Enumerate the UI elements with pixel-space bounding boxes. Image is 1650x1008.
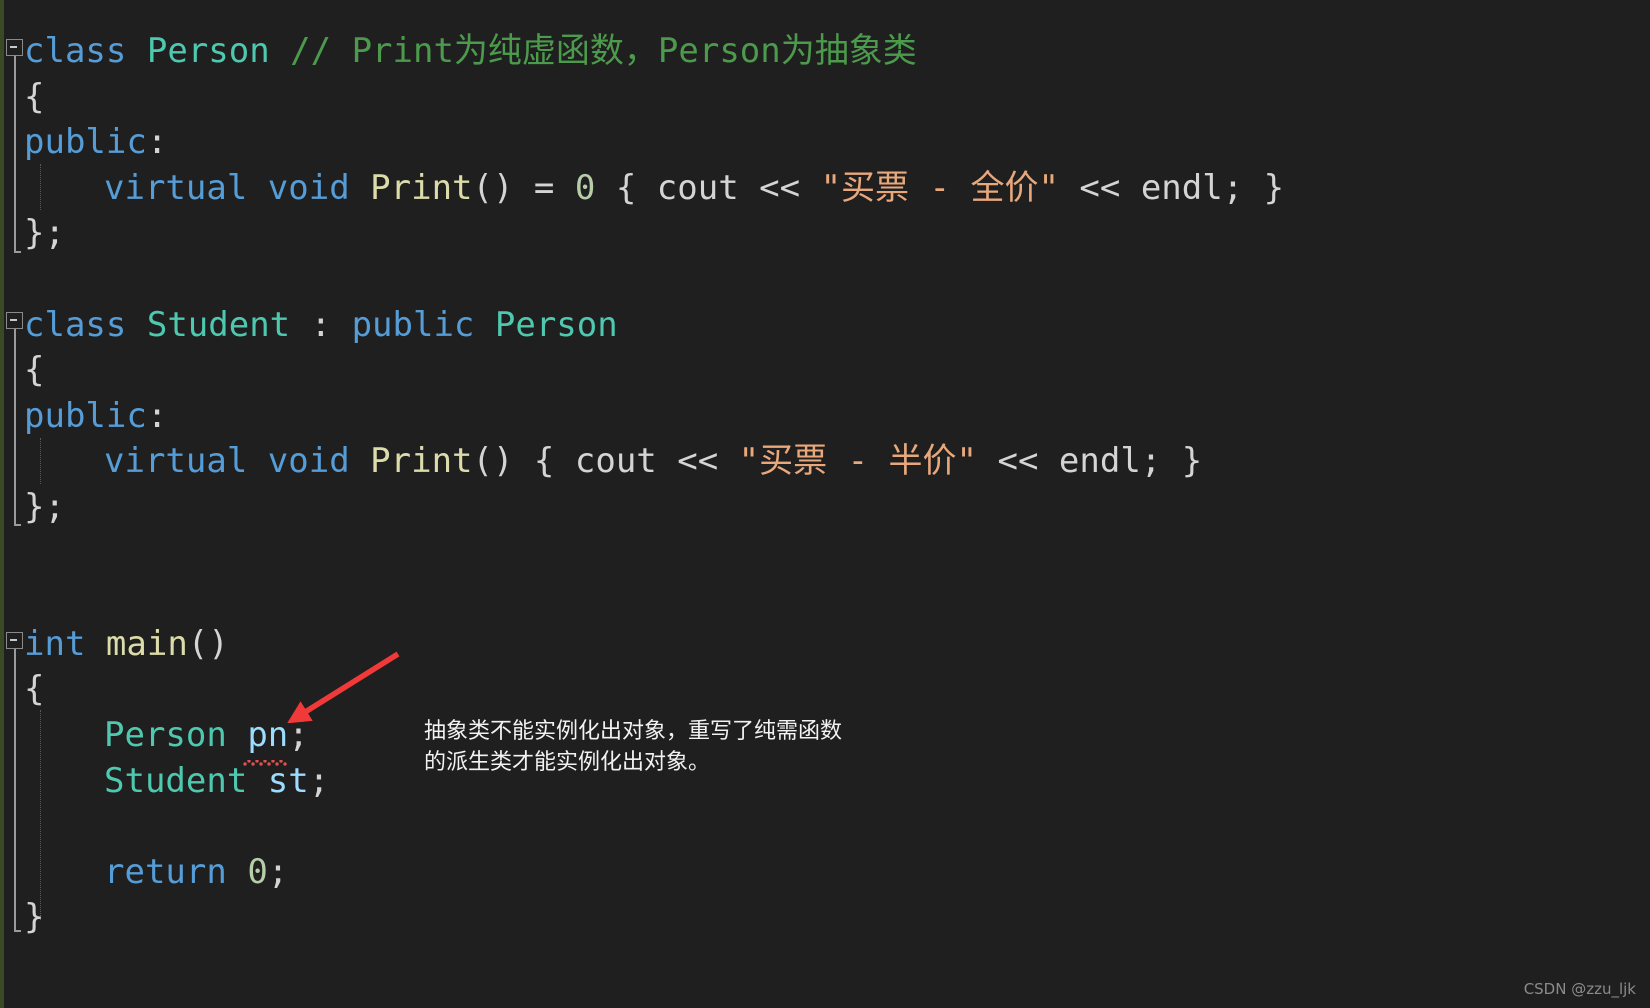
token-number: 0 xyxy=(574,167,596,208)
token-keyword: virtual xyxy=(104,167,248,208)
token-keyword: void xyxy=(267,441,350,482)
fold-bracket-foot-student xyxy=(14,524,21,526)
line-student-close-brace[interactable]: }; xyxy=(24,484,65,530)
fold-bracket-line-student xyxy=(14,329,16,525)
line-person-print[interactable]: virtual void Print() = 0 { cout << "买票 -… xyxy=(104,165,1284,211)
token-keyword: int xyxy=(24,623,86,664)
token-string: "买票 - 全价" xyxy=(820,167,1059,208)
token-plain: () xyxy=(187,623,229,664)
token-plain: { xyxy=(24,76,45,117)
fold-bracket-line-main xyxy=(14,649,16,931)
fold-bracket-line-person xyxy=(14,56,16,252)
token-plain: } xyxy=(24,897,45,938)
indent-guide-person-body xyxy=(40,164,41,210)
line-student-st[interactable]: Student st; xyxy=(104,758,329,804)
token-keyword: virtual xyxy=(104,441,248,482)
line-return[interactable]: return 0; xyxy=(104,849,288,895)
fold-bracket-foot-main xyxy=(14,930,21,932)
line-int-main[interactable]: int main() xyxy=(24,621,229,667)
fold-toggle-class-person[interactable] xyxy=(6,39,23,56)
csdn-watermark: CSDN @zzu_ljk xyxy=(1523,980,1636,998)
line-class-person[interactable]: class Person // Print为纯虚函数，Person为抽象类 xyxy=(24,28,917,74)
token-plain: ; } xyxy=(1222,167,1285,208)
token-plain: }; xyxy=(24,213,65,254)
token-plain: { xyxy=(24,350,45,391)
fold-bracket-foot-person xyxy=(14,251,21,253)
token-type: Person xyxy=(146,31,270,71)
editor-left-accent-strip xyxy=(0,0,4,1008)
token-plain: () { xyxy=(472,441,575,482)
token-keyword: void xyxy=(267,167,350,208)
token-plain: }; xyxy=(24,487,65,527)
token-plain: : xyxy=(146,122,168,163)
line-student-open-brace[interactable]: { xyxy=(24,347,44,393)
token-plain: { xyxy=(595,167,657,208)
code-editor-surface[interactable]: class Person // Print为纯虚函数，Person为抽象类{pu… xyxy=(0,0,1650,1008)
fold-toggle-class-student[interactable] xyxy=(6,312,23,329)
token-type: Person xyxy=(494,304,618,345)
token-plain: << xyxy=(1058,167,1141,208)
token-plain: << xyxy=(977,441,1059,482)
line-student-public[interactable]: public: xyxy=(24,393,167,439)
token-keyword: public xyxy=(24,122,147,163)
token-plain: cout xyxy=(656,167,739,208)
token-number: 0 xyxy=(247,851,268,892)
line-main-close-brace[interactable]: } xyxy=(24,894,44,940)
token-type: Person xyxy=(104,715,227,755)
token-plain: ; xyxy=(288,715,309,755)
indent-guide-main-body xyxy=(40,710,41,920)
token-function: Print xyxy=(370,167,473,208)
token-comment: // Print为纯虚函数，Person为抽象类 xyxy=(290,31,917,71)
token-keyword: return xyxy=(104,851,227,892)
token-plain: : xyxy=(146,395,168,436)
fold-toggle-int-main[interactable] xyxy=(6,632,23,649)
token-plain: << xyxy=(738,167,821,208)
token-plain: : xyxy=(290,304,352,345)
token-string: "买票 - 半价" xyxy=(738,441,978,482)
token-plain: endl xyxy=(1058,441,1141,482)
token-function: Print xyxy=(370,441,473,482)
token-function: main xyxy=(105,623,188,664)
token-plain: endl xyxy=(1140,167,1223,208)
token-type: Student xyxy=(104,760,248,801)
token-plain: () = xyxy=(472,167,575,208)
token-keyword: class xyxy=(24,31,127,71)
token-plain: << xyxy=(656,441,739,482)
line-person-public[interactable]: public: xyxy=(24,119,167,165)
line-person-pn[interactable]: Person pn; xyxy=(104,712,309,758)
token-keyword: public xyxy=(24,395,147,436)
token-type: Student xyxy=(146,304,291,345)
token-keyword: class xyxy=(24,304,127,345)
token-plain: ; } xyxy=(1140,441,1203,482)
line-person-close-brace[interactable]: }; xyxy=(24,210,65,256)
token-keyword: public xyxy=(351,304,475,345)
line-student-print[interactable]: virtual void Print() { cout << "买票 - 半价"… xyxy=(104,438,1202,484)
token-plain: cout xyxy=(574,441,657,482)
line-main-open-brace[interactable]: { xyxy=(24,666,44,712)
error-squiggle-underline xyxy=(243,760,287,766)
token-plain: { xyxy=(24,669,45,710)
annotation-text: 抽象类不能实例化出对象，重写了纯需函数 的派生类才能实例化出对象。 xyxy=(424,719,843,775)
token-plain: ; xyxy=(267,851,289,892)
token-plain: ; xyxy=(308,760,330,801)
token-variable: st xyxy=(267,760,309,801)
indent-guide-student-body xyxy=(40,438,41,484)
token-variable: pn xyxy=(247,715,289,755)
line-class-student[interactable]: class Student : public Person xyxy=(24,302,618,348)
line-person-open-brace[interactable]: { xyxy=(24,74,44,120)
